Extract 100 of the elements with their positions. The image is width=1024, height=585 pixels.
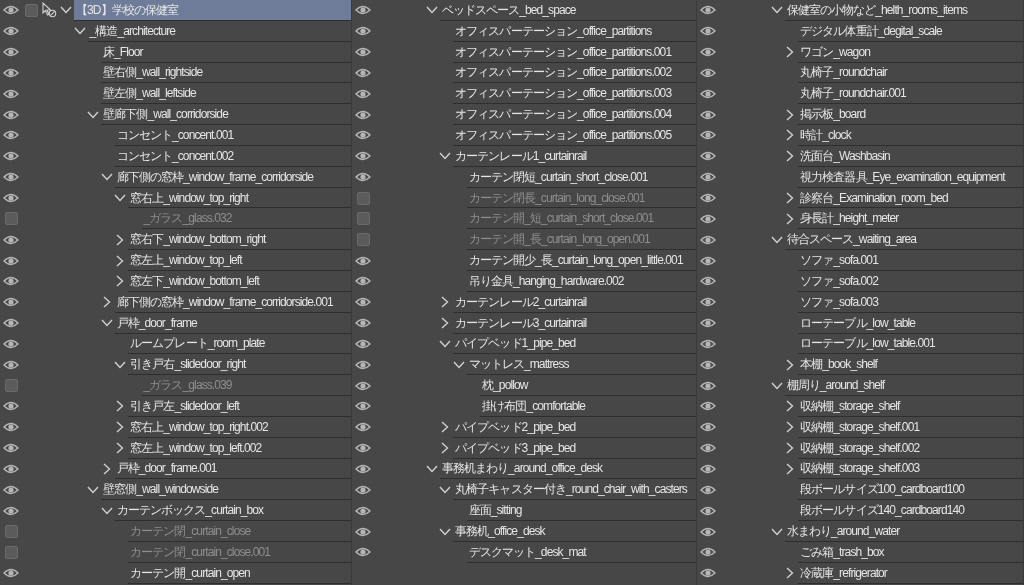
layer-name[interactable]: 事務机まわり_around_office_desk [439,458,696,480]
chevron-down-icon[interactable] [114,360,126,369]
eye-icon[interactable] [355,318,371,329]
eye-icon[interactable] [3,172,19,183]
eye-icon[interactable] [700,47,716,58]
eye-icon[interactable] [3,130,19,141]
layer-name[interactable]: 枕_pollow [480,375,696,397]
layer-name[interactable]: ローテーブル_low_table.001 [798,333,1023,355]
visibility-toggle[interactable] [4,379,18,393]
layer-name[interactable]: カーテン開少_長_curtain_long_open_little.001 [466,250,696,271]
layer-name[interactable]: オフィスパーテーション_office_partitions.004 [453,104,696,126]
layer-name[interactable]: ソファ_sofa.001 [798,250,1023,271]
layer-name[interactable]: _構造_architecture [87,20,351,42]
eye-icon[interactable] [3,88,19,99]
chevron-down-icon[interactable] [60,6,72,15]
eye-icon[interactable] [355,172,371,183]
chevron-right-icon[interactable] [786,150,794,163]
eye-icon[interactable] [355,443,371,454]
layer-name[interactable]: 丸椅子_roundchair.001 [798,83,1023,105]
layer-name[interactable]: 収納棚_storage_shelf [798,396,1023,417]
eye-icon[interactable] [700,422,716,433]
chevron-down-icon[interactable] [439,339,451,348]
eye-icon[interactable] [355,26,371,37]
eye-icon[interactable] [355,109,371,120]
visibility-toggle[interactable] [356,212,370,226]
chevron-right-icon[interactable] [441,442,449,455]
eye-icon[interactable] [3,401,19,412]
layer-name[interactable]: 保健室の小物など_helth_rooms_items [784,0,1023,21]
chevron-down-icon[interactable] [73,27,86,36]
chevron-right-icon[interactable] [786,463,794,475]
eye-icon[interactable] [355,47,371,58]
layer-name[interactable]: コンセント_concent.001 [114,125,351,146]
layer-name[interactable]: パイプベッド2_pipe_bed [453,416,696,438]
chevron-right-icon[interactable] [102,296,111,309]
chevron-down-icon[interactable] [439,527,451,536]
layer-name[interactable]: 収納棚_storage_shelf.002 [798,437,1023,459]
eye-icon[interactable] [3,109,19,120]
eye-icon[interactable] [700,297,716,308]
eye-icon[interactable] [355,380,371,391]
eye-icon[interactable] [700,338,716,349]
eye-icon[interactable] [700,130,716,141]
eye-icon[interactable] [3,297,19,308]
chevron-down-icon[interactable] [100,319,113,328]
chevron-down-icon[interactable] [452,360,465,369]
eye-icon[interactable] [355,526,371,537]
eye-icon[interactable] [700,318,716,329]
layer-name[interactable]: 引き戸右_slidedoor_right [128,354,351,376]
eye-icon[interactable] [3,318,19,329]
eye-icon[interactable] [355,5,371,16]
layer-name[interactable]: 身長計_height_meter [798,208,1023,230]
eye-icon[interactable] [700,464,716,474]
layer-name[interactable]: 診察台_Examination_room_bed [798,187,1023,209]
eye-icon[interactable] [3,193,19,203]
layer-name[interactable]: 事務机_office_desk [453,521,696,542]
eye-icon[interactable] [355,67,371,78]
chevron-right-icon[interactable] [441,421,449,434]
layer-name[interactable]: カーテンレール2_curtainrail [453,291,696,313]
eye-icon[interactable] [700,193,716,203]
layer-name[interactable]: 廊下側の窓枠_window_frame_corridorside [114,166,351,188]
chevron-right-icon[interactable] [786,358,794,371]
eye-icon[interactable] [3,443,19,454]
layer-name[interactable]: ベッドスペース_bed_space [439,0,696,21]
eye-icon[interactable] [3,255,19,266]
layer-name[interactable]: 窓右上_window_top_right [128,187,351,209]
visibility-toggle[interactable] [356,191,370,205]
eye-icon[interactable] [355,255,371,266]
chevron-down-icon[interactable] [770,6,783,15]
layer-name[interactable]: 窓左上_window_top_left [128,250,351,271]
eye-icon[interactable] [700,26,716,37]
layer-name[interactable]: ローテーブル_low_table [798,312,1023,334]
eye-icon[interactable] [3,338,19,349]
eye-icon[interactable] [355,297,371,308]
layer-name[interactable]: オフィスパーテーション_office_partitions.002 [453,62,696,84]
chevron-right-icon[interactable] [116,254,124,267]
layer-name[interactable]: 窓右下_window_bottom_right [128,229,351,251]
layer-name[interactable]: ごみ箱_trash_box [798,541,1023,563]
layer-name[interactable]: ワゴン_wagon [798,41,1023,63]
eye-icon[interactable] [700,213,716,224]
chevron-right-icon[interactable] [116,421,124,434]
eye-icon[interactable] [700,172,716,183]
eye-icon[interactable] [3,484,19,495]
chevron-down-icon[interactable] [87,485,99,494]
layer-name[interactable]: 掲示板_board [798,104,1023,126]
layer-name[interactable]: 床_Floor [101,41,351,63]
eye-icon[interactable] [355,130,371,141]
layer-name[interactable]: 丸椅子_roundchair [798,62,1023,84]
eye-icon[interactable] [700,109,716,120]
eye-icon[interactable] [3,67,19,78]
layer-name[interactable]: ソファ_sofa.003 [798,291,1023,313]
eye-icon[interactable] [3,464,19,474]
layer-name[interactable]: 窓右上_window_top_right.002 [128,416,351,438]
layer-name[interactable]: 掛け布団_comfortable [480,396,696,417]
chevron-right-icon[interactable] [102,463,111,475]
layer-name[interactable]: 棚周り_around_shelf [784,375,1023,397]
layer-name[interactable]: 壁廊下側_wall_corridorside [101,104,351,126]
chevron-down-icon[interactable] [770,381,783,390]
chevron-down-icon[interactable] [425,465,438,473]
layer-name[interactable]: カーテンボックス_curtain_box [114,500,351,522]
eye-icon[interactable] [700,359,716,370]
chevron-right-icon[interactable] [786,212,794,225]
